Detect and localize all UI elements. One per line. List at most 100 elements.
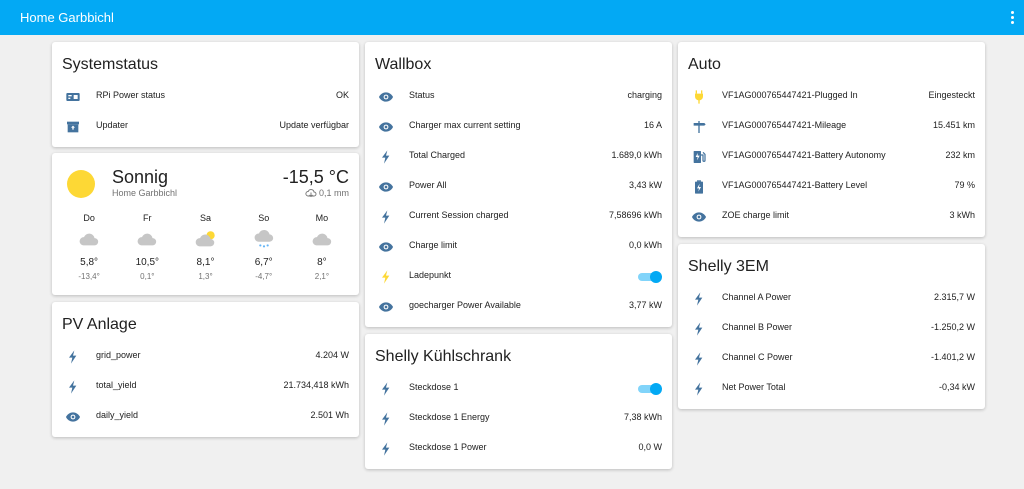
menu-dot-icon [1011, 21, 1014, 24]
app-title: Home Garbbichl [20, 10, 114, 25]
entity-row[interactable]: Current Session charged 7,58696 kWh [365, 202, 672, 232]
forecast-day: So 6,7° -4,7° [235, 213, 293, 283]
entity-value: 15.451 km [932, 120, 975, 130]
card-shelly-kuehlschrank: Shelly Kühlschrank Steckdose 1 Steckdose … [365, 334, 672, 469]
entity-row[interactable]: Power All 3,43 kW [365, 172, 672, 202]
entity-value: 7,58696 kWh [608, 210, 662, 220]
card-title: Systemstatus [62, 56, 159, 73]
forecast-low: 1,3° [198, 272, 213, 281]
precipitation-value: 0,1 mm [318, 188, 349, 198]
eye-icon [65, 409, 81, 425]
entity-label: grid_power [96, 350, 141, 360]
weather-condition: Sonnig [112, 167, 169, 187]
entity-label: Channel B Power [722, 322, 793, 332]
entity-value: 4.204 W [315, 350, 349, 360]
entity-list: grid_power 4.204 W total_yield 21.734,418 k… [52, 342, 359, 432]
entity-row[interactable]: Status charging [365, 82, 672, 112]
weather-temperature: -15,5 °C [282, 167, 349, 187]
entity-label: Charger max current setting [409, 120, 521, 130]
entity-label: Steckdose 1 Energy [409, 412, 490, 422]
entity-row[interactable]: Steckdose 1 [365, 374, 672, 404]
card-title: Shelly 3EM [688, 258, 769, 275]
cloud-icon [293, 229, 351, 249]
entity-row[interactable]: goecharger Power Available 3,77 kW [365, 292, 672, 322]
forecast-high: 10,5° [135, 257, 160, 268]
card-title: Auto [688, 56, 721, 73]
entity-label: RPi Power status [96, 90, 166, 100]
menu-dot-icon [1011, 11, 1014, 14]
forecast-day-name: Mo [315, 213, 329, 223]
forecast-low: -4,7° [255, 272, 273, 281]
forecast-low: 2,1° [314, 272, 330, 281]
cloud-icon [60, 229, 118, 249]
entity-row[interactable]: VF1AG000765447421-Battery Level 79 % [678, 172, 985, 202]
partly-cloudy-icon [176, 229, 234, 249]
weather-location: Home Garbbichl [112, 188, 178, 198]
forecast-day-name: Fr [143, 213, 152, 223]
forecast-low: 0,1° [140, 272, 155, 281]
entity-row[interactable]: Charger max current setting 16 A [365, 112, 672, 142]
entity-list: VF1AG000765447421-Plugged In Eingesteckt V… [678, 82, 985, 232]
entity-value: -1.401,2 W [930, 352, 975, 362]
app-header: Home Garbbichl [0, 0, 1024, 35]
flash-icon [65, 379, 81, 395]
card-weather[interactable]: Sonnig Home Garbbichl -15,5 °C 0,1 mm Do… [52, 153, 359, 295]
entity-value: -1.250,2 W [930, 322, 975, 332]
entity-row[interactable]: ZOE charge limit 3 kWh [678, 202, 985, 232]
ev-station-icon [691, 149, 707, 165]
entity-value: 2.501 Wh [310, 410, 349, 420]
entity-label: Channel C Power [722, 352, 793, 362]
entity-value: Update verfügbar [279, 120, 349, 130]
flash-icon [378, 381, 394, 397]
entity-list: Channel A Power 2.315,7 W Channel B Power -… [678, 284, 985, 404]
entity-row[interactable]: VF1AG000765447421-Battery Autonomy 232 km [678, 142, 985, 172]
forecast-high: 8° [317, 257, 327, 268]
snowy-icon [235, 229, 293, 249]
toggle-switch[interactable] [638, 271, 662, 283]
flash-icon [691, 381, 707, 397]
entity-label: Charge limit [409, 240, 458, 250]
entity-row[interactable]: Total Charged 1.689,0 kWh [365, 142, 672, 172]
package-up-icon [65, 119, 81, 135]
entity-label: Channel A Power [722, 292, 792, 302]
entity-row[interactable]: Updater Update verfügbar [52, 112, 359, 142]
forecast-day: Do 5,8° -13,4° [60, 213, 118, 283]
entity-row[interactable]: VF1AG000765447421-Mileage 15.451 km [678, 112, 985, 142]
overflow-menu-button[interactable] [1004, 6, 1020, 28]
card-pv-anlage: PV Anlage grid_power 4.204 W total_yield 21… [52, 302, 359, 437]
card-shelly-3em: Shelly 3EM Channel A Power 2.315,7 W Chann… [678, 244, 985, 409]
entity-row[interactable]: VF1AG000765447421-Plugged In Eingesteckt [678, 82, 985, 112]
entity-row[interactable]: Steckdose 1 Power 0,0 W [365, 434, 672, 464]
forecast-day: Mo 8° 2,1° [293, 213, 351, 283]
eye-icon [378, 119, 394, 135]
entity-label: Power All [409, 180, 447, 190]
entity-row[interactable]: Ladepunkt [365, 262, 672, 292]
entity-row[interactable]: RPi Power status OK [52, 82, 359, 112]
menu-dot-icon [1011, 16, 1014, 19]
entity-value: 16 A [643, 120, 662, 130]
forecast-high: 8,1° [196, 257, 215, 268]
entity-row[interactable]: total_yield 21.734,418 kWh [52, 372, 359, 402]
entity-row[interactable]: Net Power Total -0,34 kW [678, 374, 985, 404]
entity-label: Total Charged [409, 150, 466, 160]
entity-value: charging [627, 90, 662, 100]
entity-row[interactable]: Channel A Power 2.315,7 W [678, 284, 985, 314]
entity-value: 2.315,7 W [933, 292, 975, 302]
entity-row[interactable]: Channel B Power -1.250,2 W [678, 314, 985, 344]
entity-row[interactable]: daily_yield 2.501 Wh [52, 402, 359, 432]
entity-label: VF1AG000765447421-Battery Autonomy [722, 150, 886, 160]
entity-row[interactable]: grid_power 4.204 W [52, 342, 359, 372]
toggle-switch[interactable] [638, 383, 662, 395]
flash-yellow-icon [378, 269, 394, 285]
entity-row[interactable]: Steckdose 1 Energy 7,38 kWh [365, 404, 672, 434]
sunny-icon [67, 170, 95, 198]
entity-row[interactable]: Channel C Power -1.401,2 W [678, 344, 985, 374]
entity-label: daily_yield [96, 410, 139, 420]
entity-value: 3,43 kW [628, 180, 662, 190]
entity-row[interactable]: Charge limit 0,0 kWh [365, 232, 672, 262]
entity-value: 0,0 kWh [628, 240, 662, 250]
forecast-day-name: So [258, 213, 270, 223]
entity-label: ZOE charge limit [722, 210, 790, 220]
card-wallbox: Wallbox Status charging Charger max curren… [365, 42, 672, 327]
entity-list: Status charging Charger max current settin… [365, 82, 672, 322]
